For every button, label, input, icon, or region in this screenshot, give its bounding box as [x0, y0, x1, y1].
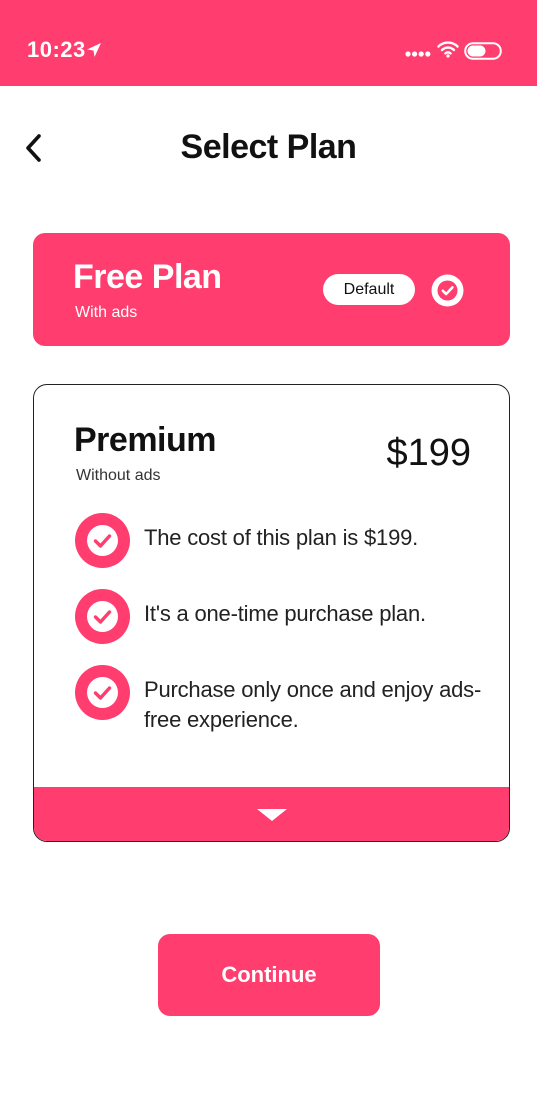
location-arrow-icon: [87, 43, 101, 57]
back-button[interactable]: [14, 128, 54, 168]
check-circle-icon: [431, 274, 464, 307]
page-title: Select Plan: [180, 128, 357, 166]
premium-plan-price: $199: [386, 432, 471, 474]
free-plan-subtitle: With ads: [75, 304, 138, 321]
premium-plan-subtitle: Without ads: [76, 467, 161, 484]
select-plan-screen: 10:23 Select Plan Free Plan With ads Def…: [0, 0, 537, 1100]
premium-plan-name: Premium: [74, 421, 217, 459]
status-time: 10:23: [27, 37, 86, 62]
status-bar: 10:23: [0, 0, 537, 86]
default-badge: Default: [323, 274, 415, 305]
check-circle-icon: [75, 665, 130, 720]
premium-plan-card[interactable]: Premium Without ads $199 The cost of thi…: [33, 384, 510, 842]
free-plan-card[interactable]: Free Plan With ads Default: [33, 233, 510, 346]
wifi-icon: [437, 41, 459, 58]
chevron-left-icon: [26, 134, 41, 162]
expand-toggle[interactable]: [34, 787, 509, 841]
feature-text: The cost of this plan is $199.: [144, 525, 419, 550]
free-plan-name: Free Plan: [73, 258, 222, 296]
caret-down-icon: [257, 809, 287, 821]
feature-text: It's a one-time purchase plan.: [144, 601, 426, 626]
check-circle-icon: [75, 513, 130, 568]
continue-button[interactable]: Continue: [158, 934, 380, 1016]
feature-text: Purchase only once and enjoy ads-free ex…: [144, 677, 482, 732]
check-circle-icon: [75, 589, 130, 644]
battery-toggle-icon: [464, 42, 502, 60]
signal-dots-icon: [405, 51, 431, 57]
